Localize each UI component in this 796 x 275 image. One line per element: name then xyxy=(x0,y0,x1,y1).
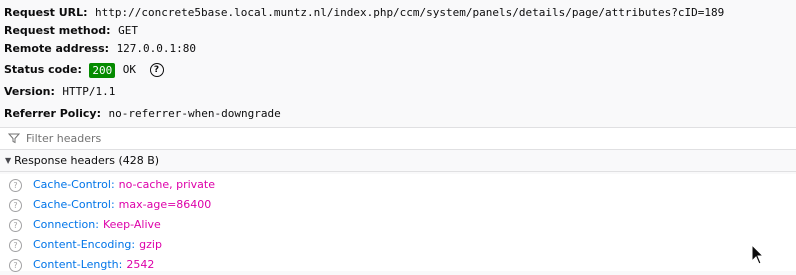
remote-address-value: 127.0.0.1:80 xyxy=(116,42,197,55)
header-name: Content-Encoding: xyxy=(33,238,136,251)
request-method-value: GET xyxy=(118,24,138,37)
question-icon[interactable]: ? xyxy=(9,199,22,212)
header-row-text: Connection: Keep-Alive xyxy=(33,215,161,235)
header-row[interactable]: ? Connection: Keep-Alive xyxy=(0,215,796,235)
filter-icon xyxy=(8,133,20,144)
referrer-policy-value: no-referrer-when-downgrade xyxy=(108,107,281,120)
header-value: no-cache, private xyxy=(118,178,215,191)
help-icon[interactable]: ? xyxy=(149,63,164,77)
header-name: Content-Length: xyxy=(33,258,123,271)
status-code-badge: 200 xyxy=(89,62,116,78)
version-row: Version: HTTP/1.1 xyxy=(4,84,115,100)
question-icon[interactable]: ? xyxy=(9,259,22,272)
response-headers-list: ? Cache-Control: no-cache, private ? Cach… xyxy=(0,174,796,272)
header-row-text: Cache-Control: max-age=86400 xyxy=(33,195,211,215)
twisty-down-icon: ▼ xyxy=(5,156,12,165)
header-name: Cache-Control: xyxy=(33,198,115,211)
response-headers-toggle[interactable]: ▼ Response headers (428 B) xyxy=(0,151,796,172)
header-row-text: Content-Encoding: gzip xyxy=(33,235,162,255)
mouse-cursor-icon xyxy=(751,244,765,265)
question-icon[interactable]: ? xyxy=(9,239,22,252)
header-row-text: Content-Length: 2542 xyxy=(33,255,154,275)
filter-headers-input[interactable] xyxy=(26,129,786,147)
header-value: gzip xyxy=(139,238,162,251)
request-summary: Request URL: http://concrete5base.local.… xyxy=(0,0,796,127)
version-value: HTTP/1.1 xyxy=(62,85,116,98)
header-row[interactable]: ? Cache-Control: max-age=86400 xyxy=(0,195,796,215)
referrer-policy-label: Referrer Policy: xyxy=(4,107,101,120)
header-name: Cache-Control: xyxy=(33,178,115,191)
request-method-label: Request method: xyxy=(4,24,111,37)
referrer-policy-row: Referrer Policy: no-referrer-when-downgr… xyxy=(4,106,281,122)
header-row-text: Cache-Control: no-cache, private xyxy=(33,175,215,195)
status-code-text: OK xyxy=(122,63,137,76)
request-method-row: Request method: GET xyxy=(4,23,138,39)
remote-address-label: Remote address: xyxy=(4,42,110,55)
filter-headers-bar xyxy=(0,127,796,150)
version-label: Version: xyxy=(4,85,55,98)
header-value: Keep-Alive xyxy=(102,218,161,231)
status-code-row: Status code: 200 OK ? xyxy=(4,62,164,78)
request-url-row: Request URL: http://concrete5base.local.… xyxy=(4,5,724,21)
question-icon[interactable]: ? xyxy=(9,219,22,232)
request-url-value[interactable]: http://concrete5base.local.muntz.nl/inde… xyxy=(95,6,724,19)
header-value: max-age=86400 xyxy=(118,198,212,211)
header-name: Connection: xyxy=(33,218,99,231)
header-row[interactable]: ? Content-Length: 2542 xyxy=(0,255,796,275)
header-row[interactable]: ? Cache-Control: no-cache, private xyxy=(0,175,796,195)
request-url-label: Request URL: xyxy=(4,6,88,19)
status-code-label: Status code: xyxy=(4,63,82,76)
remote-address-row: Remote address: 127.0.0.1:80 xyxy=(4,41,196,57)
header-value: 2542 xyxy=(126,258,155,271)
question-icon[interactable]: ? xyxy=(9,179,22,192)
header-row[interactable]: ? Content-Encoding: gzip xyxy=(0,235,796,255)
response-headers-title: Response headers (428 B) xyxy=(14,154,160,167)
